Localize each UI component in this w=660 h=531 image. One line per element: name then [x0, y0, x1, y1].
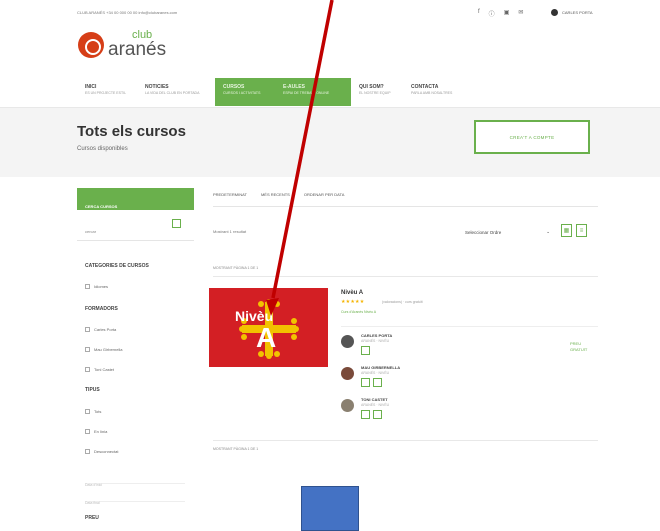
price-title: PREU [85, 515, 99, 521]
filter-idiomes[interactable]: Idiomes [85, 284, 108, 289]
types-title: TIPUS [85, 387, 100, 393]
nav-item-noticies[interactable]: NOTICIES LA VIDA DEL CLUB EN PORTADA [137, 78, 215, 106]
trainer-card: CARLES PORTA ARANÉS · NIVÈU [341, 333, 392, 355]
pagination-info: MOSTRANT PÀGINA 1 DE 1 [213, 266, 259, 270]
create-account-button[interactable]: CREA'T A COMPTE [474, 120, 590, 154]
divider [341, 326, 598, 327]
site-logo[interactable]: club aranés [78, 30, 166, 59]
tab-by-date[interactable]: ORDENAR PER DATA [304, 192, 345, 197]
avatar [341, 335, 354, 348]
user-menu[interactable]: CARLES PORTA [551, 9, 593, 16]
rating-stars: ★★★★★ [341, 299, 365, 305]
page-subtitle: Cursos disponibles [77, 146, 128, 152]
contact-info: CLUB ARANÉS +34 00 000 00 00 info@clubar… [77, 10, 178, 15]
avatar [341, 399, 354, 412]
course-meta: (valoracions) · curs gratuït [382, 300, 423, 304]
chevron-down-icon: ⌄ [546, 229, 550, 234]
trainers-title: FORMADORS [85, 306, 118, 312]
nav-item-cursos[interactable]: CURSOS CURSOS I ACTIVITATS [215, 78, 275, 106]
grid-icon[interactable]: ▣ [504, 9, 510, 18]
divider [77, 240, 194, 241]
pagination-info-bottom: MOSTRANT PÀGINA 1 DE 1 [213, 447, 259, 451]
mail-icon[interactable]: ✉ [518, 9, 523, 18]
sort-select[interactable]: Seleccionar Ordre ⌄ [465, 226, 550, 238]
avatar [551, 9, 558, 16]
filter-type-all[interactable]: Tots [85, 409, 101, 414]
filter-trainer-2[interactable]: Mau Girbernella [85, 347, 122, 352]
list-view-button[interactable]: ≡ [576, 224, 587, 237]
avatar [341, 367, 354, 380]
trainer-card: TONI CASTET ARANÉS · NIVÈU [341, 397, 389, 419]
logo-name-text: aranés [108, 39, 167, 60]
checkbox[interactable] [85, 409, 90, 414]
filter-type-online[interactable]: En línia [85, 429, 107, 434]
profile-button[interactable] [361, 346, 370, 355]
checkbox[interactable] [85, 367, 90, 372]
checkbox[interactable] [85, 347, 90, 352]
main-nav: INICI ES UN PROJECTE ESTIL NOTICIES LA V… [77, 78, 463, 106]
course-level: Curs d'Aranès Nivèu A [341, 310, 377, 314]
filter-trainer-1[interactable]: Carles Porta [85, 327, 116, 332]
course-title[interactable]: Nivèu A [341, 290, 363, 296]
filter-type-offline[interactable]: Desconnectat [85, 449, 118, 454]
tab-default[interactable]: PREDETERMINAT [213, 192, 247, 197]
grid-icon: ▦ [563, 228, 570, 234]
logo-cross-icon [78, 31, 104, 58]
page-title: Tots els cursos [77, 123, 186, 140]
end-date-input[interactable]: Data final [85, 491, 185, 505]
nav-item-qui-som[interactable]: QUI SOM? EL NOSTRE EQUIP [351, 78, 403, 106]
divider [213, 276, 598, 277]
grid-view-button[interactable]: ▦ [561, 224, 572, 237]
divider [213, 440, 598, 441]
course-price: PREU GRATUÏT [570, 341, 588, 352]
sidebar: CERCA CURSOS cercar CATEGORIES DE CURSOS… [77, 188, 194, 531]
nav-item-e-aules[interactable]: E-AULES ESPAI DE TREBALL ONLINE [275, 78, 351, 106]
contact-button[interactable] [373, 410, 382, 419]
search-button[interactable] [172, 219, 181, 228]
user-name: CARLES PORTA [562, 10, 593, 15]
list-icon: ≡ [579, 227, 584, 234]
trainer-card: MAU GIRBERNELLA ARANÉS · NIVÈU [341, 365, 400, 387]
profile-button[interactable] [361, 410, 370, 419]
instagram-icon[interactable]: ⓘ [489, 9, 495, 18]
top-bar: CLUB ARANÉS +34 00 000 00 00 info@clubar… [0, 0, 660, 24]
checkbox[interactable] [85, 429, 90, 434]
start-date-input[interactable]: Data d'inici [85, 473, 185, 487]
categories-title: CATEGORIES DE CURSOS [85, 263, 149, 269]
checkbox[interactable] [85, 449, 90, 454]
profile-button[interactable] [361, 378, 370, 387]
contact-button[interactable] [373, 378, 382, 387]
thumbnail-letter: A [256, 322, 277, 353]
sort-tabs: PREDETERMINAT MÉS RECENTS ORDENAR PER DA… [213, 192, 344, 197]
divider [213, 206, 598, 207]
nav-item-inici[interactable]: INICI ES UN PROJECTE ESTIL [77, 78, 137, 106]
sidebar-header: CERCA CURSOS [77, 188, 194, 210]
filter-trainer-3[interactable]: Toni Castet [85, 367, 114, 372]
checkbox[interactable] [85, 284, 90, 289]
course-thumbnail[interactable]: Nivèu A [209, 288, 328, 367]
nav-item-contacta[interactable]: CONTACTA PARLA AMB NOSALTRES [403, 78, 463, 106]
facebook-icon[interactable]: f [478, 9, 480, 18]
social-links: f ⓘ ▣ ✉ [478, 9, 523, 18]
tab-recent[interactable]: MÉS RECENTS [261, 192, 290, 197]
checkbox[interactable] [85, 327, 90, 332]
blue-rectangle-overlay [301, 486, 359, 531]
results-count: Mostrant 1 resultat [213, 229, 247, 234]
search-input[interactable]: cercar [85, 219, 185, 234]
